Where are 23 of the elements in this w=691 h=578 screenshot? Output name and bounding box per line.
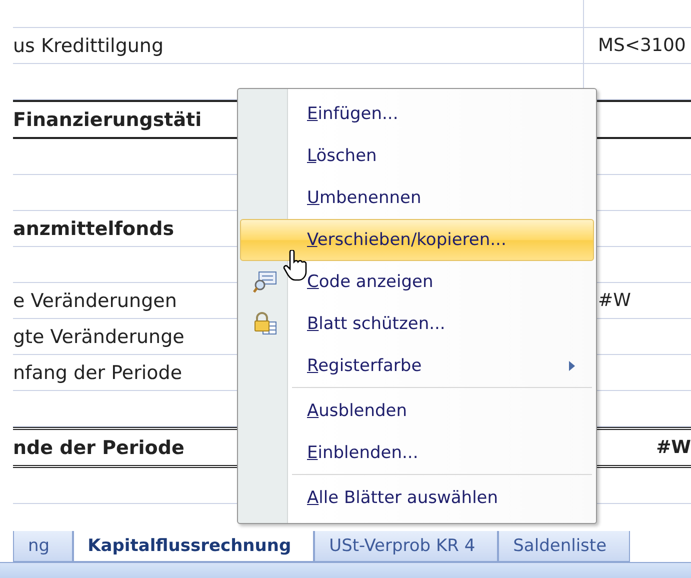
menu-item[interactable]: Verschieben/kopieren...: [240, 219, 594, 261]
row-label: e Veränderungen: [13, 290, 177, 312]
hand-cursor-icon: [283, 250, 307, 282]
row-label: anzmittelfonds: [13, 218, 174, 240]
submenu-arrow-icon: [569, 361, 575, 371]
menu-item[interactable]: Registerfarbe: [240, 345, 594, 387]
row-label: gte Veränderunge: [13, 326, 184, 348]
sheet-tab[interactable]: USt-Verprob KR 4: [314, 531, 498, 562]
sheet-tab[interactable]: Saldenliste: [498, 531, 630, 562]
row-label: nfang der Periode: [13, 362, 182, 384]
value-cell: MS<3100: [583, 28, 691, 63]
menu-item[interactable]: Ausblenden: [240, 390, 594, 432]
sheet-tab[interactable]: Kapitalflussrechnung: [72, 531, 314, 562]
menu-item[interactable]: Löschen: [240, 135, 594, 177]
menu-item[interactable]: Umbenennen: [240, 177, 594, 219]
menu-item[interactable]: Einfügen...: [240, 93, 594, 135]
row-label: us Kredittilgung: [13, 34, 164, 56]
sheet-tab[interactable]: ng: [13, 531, 73, 562]
row-label: Finanzierungstäti: [13, 108, 202, 130]
menu-item[interactable]: Alle Blätter auswählen: [240, 477, 594, 519]
magnifier-document-icon: [253, 271, 277, 293]
padlock-grid-icon: [253, 312, 277, 336]
row-label: nde der Periode: [13, 436, 184, 458]
